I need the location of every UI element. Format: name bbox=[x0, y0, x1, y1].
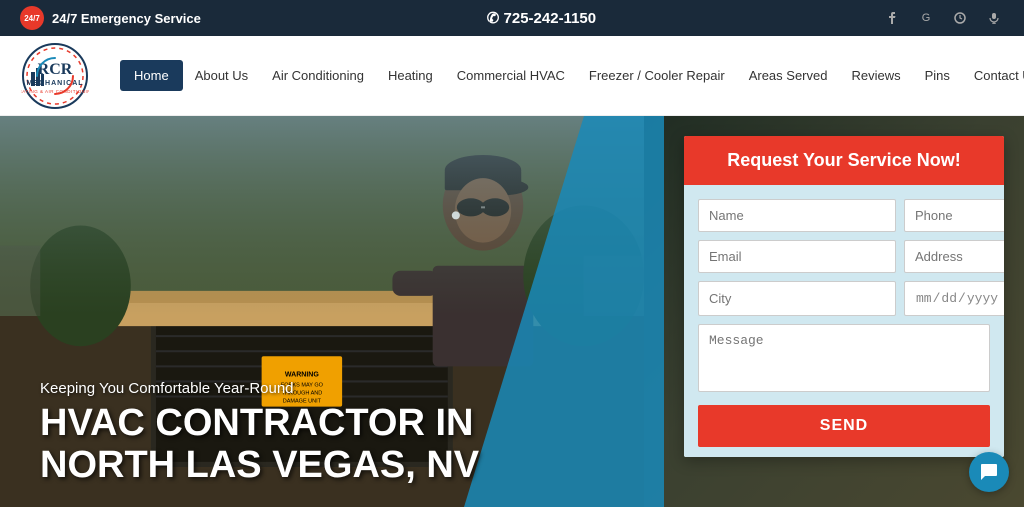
form-header: Request Your Service Now! bbox=[684, 136, 1004, 185]
form-title: Request Your Service Now! bbox=[700, 150, 988, 171]
logo[interactable]: RCR MECHANICAL HEATING & AIR CONDITIONIN… bbox=[20, 41, 90, 111]
emergency-section: 24/7 24/7 Emergency Service bbox=[20, 6, 201, 30]
social-links: G bbox=[882, 8, 1004, 28]
service-form-panel: Request Your Service Now! SEND bbox=[684, 136, 1004, 457]
nav-about[interactable]: About Us bbox=[183, 60, 260, 91]
emergency-badge: 24/7 bbox=[20, 6, 44, 30]
city-input[interactable] bbox=[698, 281, 896, 316]
phone-display[interactable]: ✆ 725-242-1150 bbox=[487, 9, 596, 27]
google-icon[interactable]: G bbox=[916, 8, 936, 28]
name-input[interactable] bbox=[698, 199, 896, 232]
microphone-icon[interactable] bbox=[984, 8, 1004, 28]
send-button[interactable]: SEND bbox=[698, 405, 990, 447]
message-input[interactable] bbox=[698, 324, 990, 392]
form-row-3 bbox=[698, 281, 990, 316]
phone-input[interactable] bbox=[904, 199, 1004, 232]
emergency-label: 24/7 Emergency Service bbox=[52, 11, 201, 26]
nav-air-conditioning[interactable]: Air Conditioning bbox=[260, 60, 376, 91]
address-input[interactable] bbox=[904, 240, 1004, 273]
top-bar: 24/7 24/7 Emergency Service ✆ 725-242-11… bbox=[0, 0, 1024, 36]
nav-reviews[interactable]: Reviews bbox=[839, 60, 912, 91]
nav-bar: RCR MECHANICAL HEATING & AIR CONDITIONIN… bbox=[0, 36, 1024, 116]
logo-image: RCR MECHANICAL HEATING & AIR CONDITIONIN… bbox=[20, 41, 90, 111]
email-input[interactable] bbox=[698, 240, 896, 273]
phone-number[interactable]: ✆ 725-242-1150 bbox=[487, 9, 596, 27]
hero-title: HVAC CONTRACTOR IN NORTH LAS VEGAS, NV bbox=[40, 403, 479, 487]
form-row-2 bbox=[698, 240, 990, 273]
nav-heating[interactable]: Heating bbox=[376, 60, 445, 91]
nav-contact[interactable]: Contact Us bbox=[962, 60, 1024, 91]
nav-pins[interactable]: Pins bbox=[913, 60, 962, 91]
nav-freezer-cooler[interactable]: Freezer / Cooler Repair bbox=[577, 60, 737, 91]
hero-subtitle: Keeping You Comfortable Year-Round bbox=[40, 380, 479, 397]
nav-areas-served[interactable]: Areas Served bbox=[737, 60, 840, 91]
hero-title-line1: HVAC CONTRACTOR IN bbox=[40, 402, 473, 444]
hero-section: WARNING FORKS MAY GO THROUGH AND DAMAGE … bbox=[0, 116, 1024, 507]
svg-text:WARNING: WARNING bbox=[285, 371, 320, 378]
svg-text:MECHANICAL: MECHANICAL bbox=[26, 80, 83, 87]
hero-title-line2: NORTH LAS VEGAS, NV bbox=[40, 444, 479, 486]
chat-button[interactable] bbox=[969, 452, 1009, 492]
form-body: SEND bbox=[684, 185, 1004, 457]
form-row-1 bbox=[698, 199, 990, 232]
logo-svg: RCR MECHANICAL HEATING & AIR CONDITIONIN… bbox=[21, 42, 89, 110]
nav-home[interactable]: Home bbox=[120, 60, 183, 91]
main-nav: Home About Us Air Conditioning Heating C… bbox=[120, 60, 1024, 91]
nav-commercial-hvac[interactable]: Commercial HVAC bbox=[445, 60, 577, 91]
date-input[interactable] bbox=[904, 281, 1004, 316]
facebook-icon[interactable] bbox=[882, 8, 902, 28]
yelp-icon[interactable] bbox=[950, 8, 970, 28]
hero-text-block: Keeping You Comfortable Year-Round HVAC … bbox=[40, 380, 479, 487]
